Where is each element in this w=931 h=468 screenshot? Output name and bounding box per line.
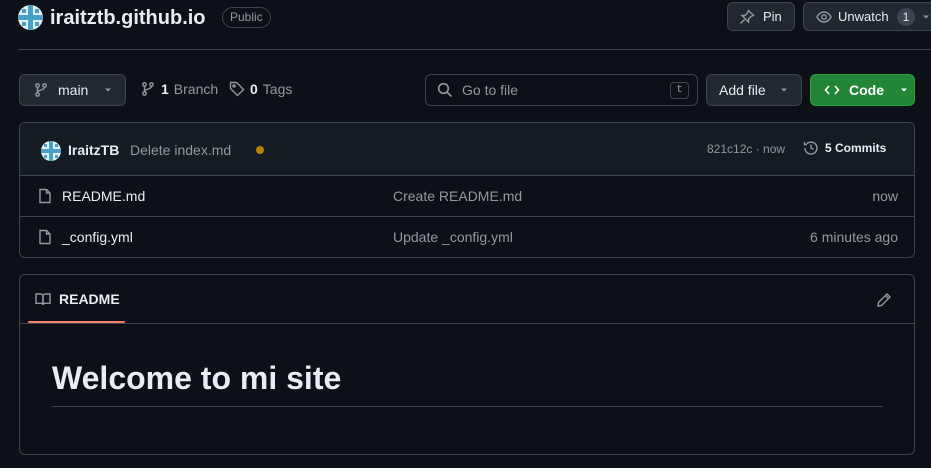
branch-label: Branch <box>173 81 219 97</box>
commits-label: 5 Commits <box>825 141 887 155</box>
caret-down-icon <box>899 85 909 95</box>
latest-commit-bar: IraitzTB Delete index.md 821c12c · now 5… <box>20 123 914 176</box>
readme-panel: README Welcome to mi site <box>19 274 915 455</box>
commit-message[interactable]: Delete index.md <box>130 142 231 158</box>
branch-count: 1 <box>161 81 169 97</box>
tag-icon <box>229 81 245 97</box>
eye-icon <box>816 9 832 25</box>
repo-avatar[interactable] <box>18 5 43 30</box>
pin-label: Pin <box>763 9 782 24</box>
readme-heading: Welcome to mi site <box>52 360 342 396</box>
branch-icon <box>33 82 49 98</box>
pin-icon <box>739 8 755 25</box>
search-placeholder: Go to file <box>462 82 519 98</box>
file-icon <box>37 188 53 204</box>
pencil-icon[interactable] <box>876 292 892 308</box>
file-date: 6 minutes ago <box>810 229 898 245</box>
add-file-label: Add file <box>719 82 766 98</box>
history-icon <box>803 140 819 156</box>
file-row[interactable]: _config.yml Update _config.yml 6 minutes… <box>20 217 914 257</box>
tag-label: Tags <box>262 81 293 97</box>
file-icon <box>37 229 53 245</box>
visibility-badge: Public <box>222 7 271 28</box>
branch-selector[interactable]: main <box>19 74 126 106</box>
search-shortcut-key: t <box>670 82 689 99</box>
readme-header: README <box>20 275 914 324</box>
go-to-file-search[interactable]: Go to file t <box>425 74 698 106</box>
caret-down-icon <box>921 12 931 22</box>
file-date: now <box>872 188 898 204</box>
active-tab-underline <box>28 321 125 323</box>
branch-name: main <box>58 82 89 98</box>
code-button[interactable]: Code <box>810 74 915 106</box>
unwatch-label: Unwatch <box>838 9 889 24</box>
tag-count: 0 <box>250 81 258 97</box>
commits-link[interactable]: 5 Commits <box>803 140 886 156</box>
file-row[interactable]: README.md Create README.md now <box>20 176 914 217</box>
file-list: IraitzTB Delete index.md 821c12c · now 5… <box>19 122 915 258</box>
code-icon <box>824 82 840 98</box>
book-icon <box>35 291 51 307</box>
commit-status-dot[interactable] <box>256 146 264 154</box>
heading-rule <box>52 406 883 407</box>
readme-tab-label: README <box>59 291 120 307</box>
add-file-button[interactable]: Add file <box>706 74 802 106</box>
repo-name[interactable]: iraitztb.github.io <box>50 5 206 31</box>
file-name[interactable]: _config.yml <box>62 229 133 245</box>
caret-down-icon <box>103 85 113 95</box>
tags-link[interactable]: 0 Tags <box>229 81 292 97</box>
commit-hash-time[interactable]: 821c12c · now <box>707 142 785 156</box>
watch-count: 1 <box>896 7 916 26</box>
branches-link[interactable]: 1 Branch <box>140 81 218 97</box>
search-icon <box>437 82 453 98</box>
code-label: Code <box>849 82 884 98</box>
commit-author[interactable]: IraitzTB <box>68 142 119 158</box>
header-divider <box>18 49 931 50</box>
pin-button[interactable]: Pin <box>727 2 795 31</box>
branch-icon <box>140 81 156 97</box>
file-name[interactable]: README.md <box>62 188 145 204</box>
author-avatar[interactable] <box>41 141 61 161</box>
file-commit-message[interactable]: Update _config.yml <box>393 229 513 245</box>
unwatch-button[interactable]: Unwatch 1 <box>803 2 931 31</box>
file-commit-message[interactable]: Create README.md <box>393 188 522 204</box>
readme-tab[interactable]: README <box>35 291 120 307</box>
caret-down-icon <box>779 85 789 95</box>
